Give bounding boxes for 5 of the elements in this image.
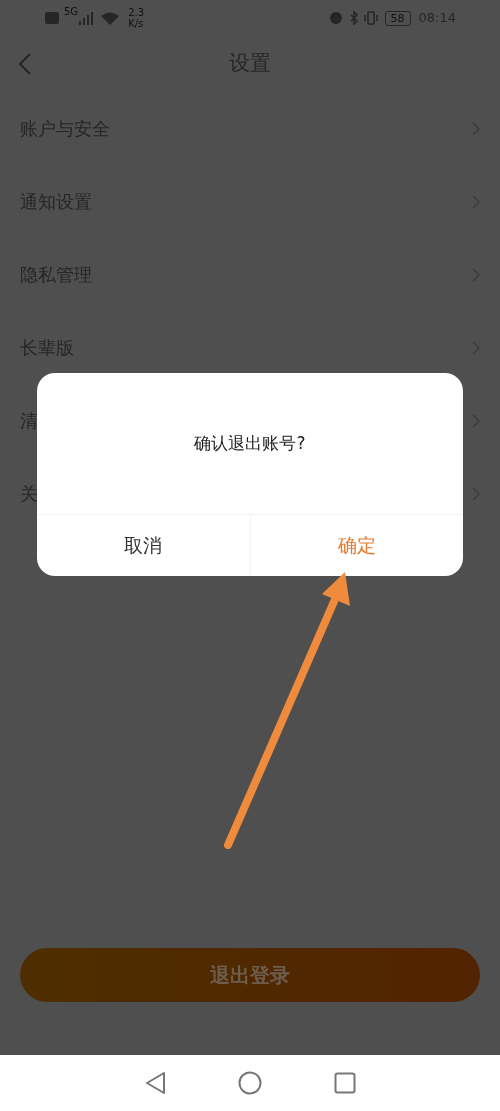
speed-unit: K/s [128,18,145,29]
speed-value: 2.3 [128,7,145,18]
battery-indicator: 58 [384,10,411,26]
network-label: 5G [64,5,79,19]
dialog-message: 确认退出账号? [194,431,306,455]
